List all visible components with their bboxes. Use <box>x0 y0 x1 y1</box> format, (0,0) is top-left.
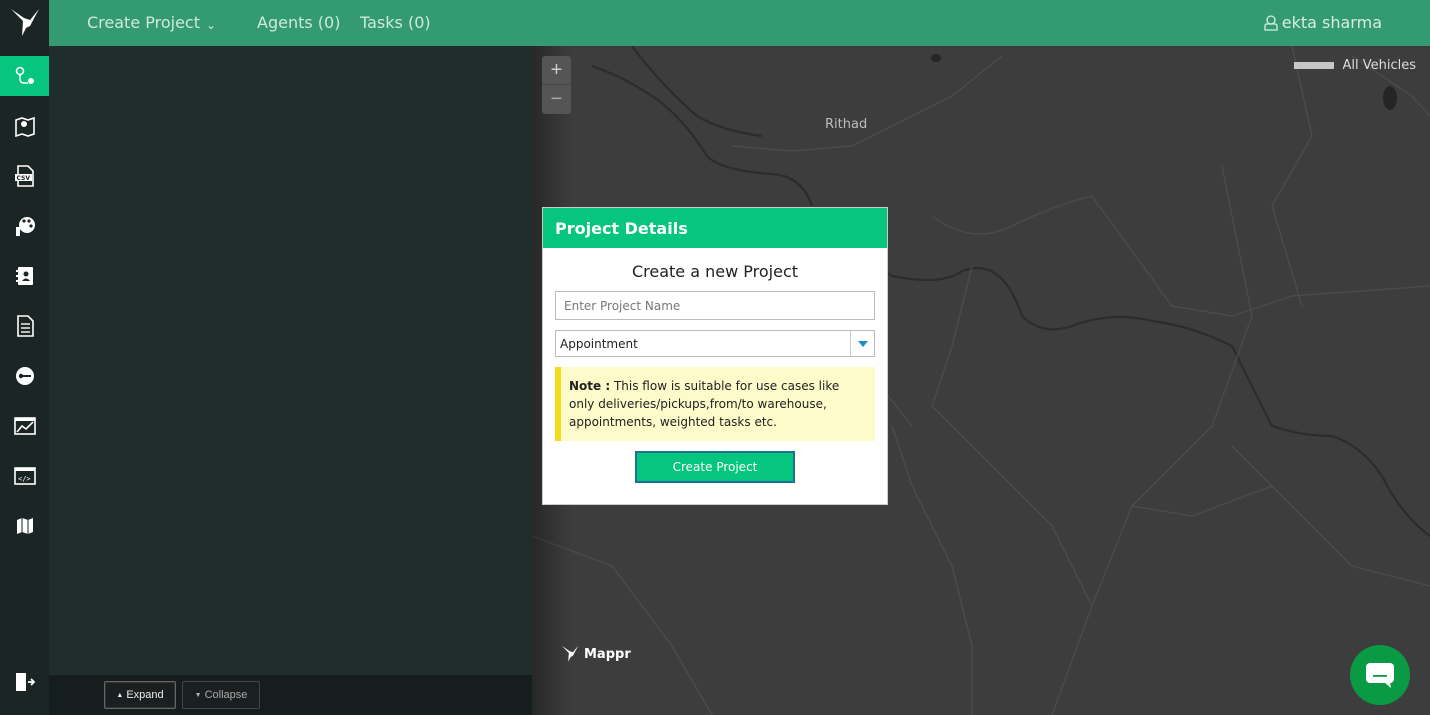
brand-name: Mappr <box>584 646 631 662</box>
legend-swatch <box>1294 62 1335 69</box>
analytics-icon <box>13 417 36 435</box>
rail-palette[interactable] <box>0 206 49 246</box>
route-planner-icon <box>15 66 34 84</box>
expand-label: Expand <box>126 689 164 701</box>
chevron-down-icon: ⌄ <box>206 18 217 32</box>
project-details-dialog: Project Details Create a new Project App… <box>542 207 888 505</box>
dialog-title: Project Details <box>543 208 887 248</box>
create-project-menu[interactable]: Create Project ⌄ <box>87 13 216 32</box>
dialog-subtitle: Create a new Project <box>631 262 799 281</box>
bird-logo-icon <box>10 9 39 36</box>
document-icon <box>16 315 34 337</box>
rail-documents[interactable] <box>0 306 49 346</box>
rail-logout[interactable] <box>0 662 49 702</box>
caret-up-icon: ▲ <box>116 691 124 699</box>
rail-map[interactable] <box>0 506 49 546</box>
project-type-select[interactable]: Appointment <box>555 330 875 357</box>
side-panel <box>49 46 532 675</box>
create-project-label: Create Project <box>87 13 200 32</box>
agents-tab[interactable]: Agents (0) <box>257 13 340 32</box>
note-label: Note : <box>569 379 611 393</box>
zoom-control: + − <box>542 56 571 114</box>
chat-button[interactable] <box>1350 645 1410 705</box>
rail-analytics[interactable] <box>0 406 49 446</box>
palette-icon <box>15 217 35 236</box>
user-menu[interactable]: ekta sharma <box>1264 13 1382 32</box>
rail-code[interactable]: </> <box>0 456 49 496</box>
csv-icon: CSV <box>14 165 34 187</box>
note-text: This flow is suitable for use cases like… <box>569 379 840 429</box>
project-type-value: Appointment <box>560 336 638 351</box>
collapse-label: Collapse <box>204 689 248 701</box>
key-icon <box>15 367 34 385</box>
flow-note: Note : This flow is suitable for use cas… <box>555 367 875 441</box>
mappr-brand: Mappr <box>560 644 631 664</box>
map-marker-icon <box>14 116 35 137</box>
svg-text:CSV: CSV <box>16 175 30 182</box>
chat-icon <box>1366 663 1394 688</box>
caret-down-icon: ▼ <box>194 691 202 699</box>
rail-map-marker[interactable] <box>0 106 49 146</box>
zoom-out-button[interactable]: − <box>542 85 571 114</box>
zoom-in-button[interactable]: + <box>542 56 571 85</box>
legend-label: All Vehicles <box>1342 58 1416 73</box>
bird-logo-icon <box>561 645 579 662</box>
rail-route-planner[interactable] <box>0 56 49 96</box>
contact-book-icon <box>15 267 33 285</box>
expand-button[interactable]: ▲ Expand <box>104 681 176 709</box>
user-name: ekta sharma <box>1281 13 1382 32</box>
svg-text:</>: </> <box>18 475 31 483</box>
vehicle-legend[interactable]: All Vehicles <box>1294 58 1416 73</box>
rail-csv[interactable]: CSV <box>0 156 49 196</box>
map-icon <box>16 518 33 534</box>
dropdown-arrow-icon <box>850 331 874 356</box>
code-icon: </> <box>13 467 36 485</box>
rail-contacts[interactable] <box>0 256 49 296</box>
project-name-input[interactable] <box>555 291 875 320</box>
app-logo[interactable] <box>0 0 49 46</box>
tasks-tab[interactable]: Tasks (0) <box>360 13 431 32</box>
user-icon <box>1264 14 1278 31</box>
collapse-button[interactable]: ▼ Collapse <box>182 681 260 709</box>
rail-key[interactable] <box>0 356 49 396</box>
logout-icon <box>15 673 35 691</box>
side-rail: CSV </> <box>0 46 49 715</box>
place-label: Rithad <box>825 117 868 132</box>
top-bar: Create Project ⌄ Agents (0) Tasks (0) ekt… <box>0 0 1430 46</box>
create-project-button[interactable]: Create Project <box>635 451 795 483</box>
panel-footer: ▲ Expand ▼ Collapse <box>49 675 532 715</box>
